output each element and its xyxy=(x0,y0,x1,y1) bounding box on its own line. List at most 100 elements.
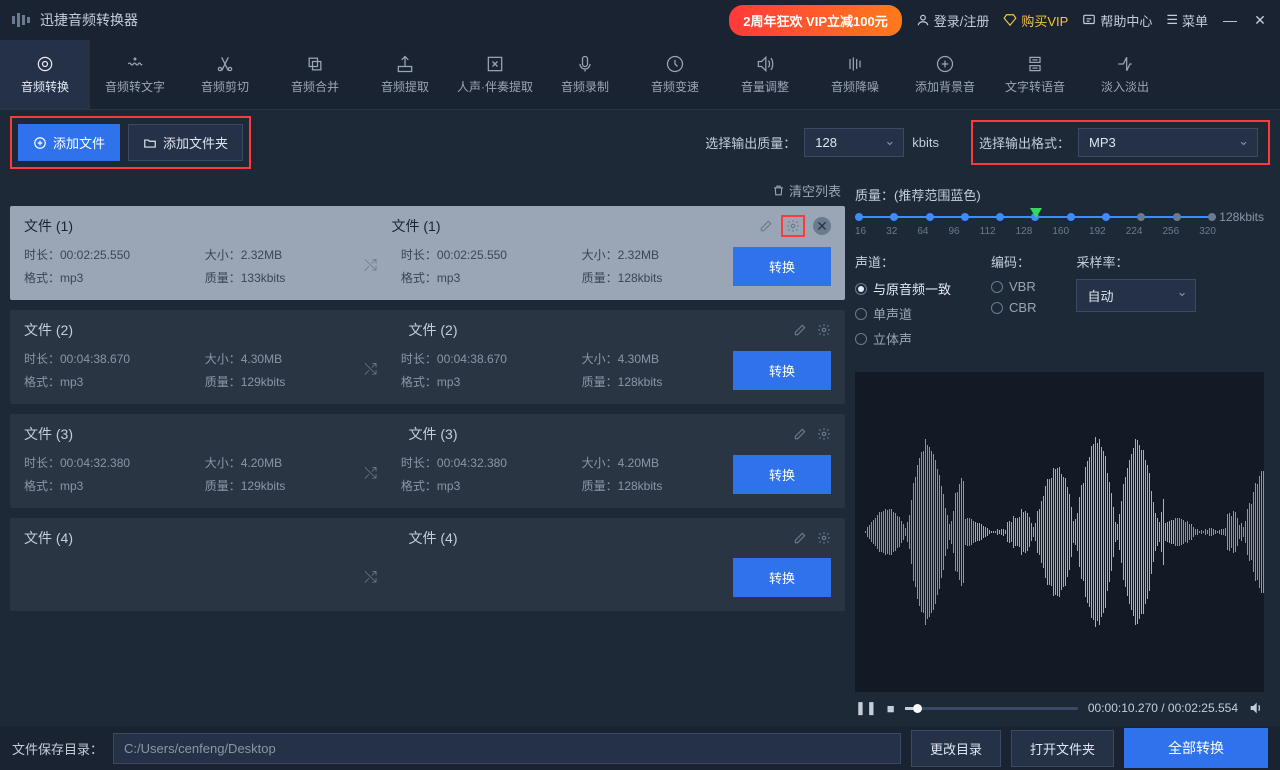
gear-icon[interactable] xyxy=(817,427,831,441)
tool-label: 音频变速 xyxy=(651,78,699,95)
file-name-right: 文件 (2) xyxy=(409,320,782,340)
tool-4[interactable]: 音频提取 xyxy=(360,40,450,109)
edit-icon[interactable] xyxy=(793,531,807,545)
convert-button[interactable]: 转换 xyxy=(733,558,831,597)
tool-6[interactable]: 音频录制 xyxy=(540,40,630,109)
stop-button[interactable]: ■ xyxy=(887,701,895,716)
shuffle-icon[interactable]: ⤭ xyxy=(356,257,385,275)
login-label: 登录/注册 xyxy=(934,11,990,30)
convert-button[interactable]: 转换 xyxy=(733,351,831,390)
tool-label: 音频转文字 xyxy=(105,78,165,95)
tool-icon xyxy=(395,54,415,74)
add-folder-label: 添加文件夹 xyxy=(163,133,228,152)
samplerate-select[interactable]: 自动 xyxy=(1076,279,1196,312)
quality-marker-icon xyxy=(1030,208,1042,218)
quality-slider[interactable]: 16326496112128160192224256320 128kbits xyxy=(855,210,1264,238)
tool-2[interactable]: 音频剪切 xyxy=(180,40,270,109)
output-quality-select[interactable]: 128 xyxy=(804,128,904,157)
open-folder-button[interactable]: 打开文件夹 xyxy=(1011,730,1114,767)
output-format-select[interactable]: MP3 xyxy=(1078,128,1258,157)
vip-button[interactable]: 购买VIP xyxy=(1003,11,1068,30)
tool-5[interactable]: 人声·伴奏提取 xyxy=(450,40,540,109)
tool-icon xyxy=(305,54,325,74)
tool-label: 音频合并 xyxy=(291,78,339,95)
tool-7[interactable]: 音频变速 xyxy=(630,40,720,109)
clear-list-label: 清空列表 xyxy=(789,181,841,200)
change-dir-button[interactable]: 更改目录 xyxy=(911,730,1001,767)
tool-0[interactable]: 音频转换 xyxy=(0,40,90,109)
tool-icon xyxy=(1115,54,1135,74)
file-item[interactable]: 文件 (4)文件 (4)⤭转换 xyxy=(10,518,845,611)
channel-option-2[interactable]: 立体声 xyxy=(855,329,951,348)
help-label: 帮助中心 xyxy=(1100,11,1152,30)
save-path-input[interactable]: C:/Users/cenfeng/Desktop xyxy=(113,733,901,764)
shuffle-icon[interactable]: ⤭ xyxy=(356,465,385,483)
promo-button[interactable]: 2周年狂欢 VIP立减100元 xyxy=(729,5,902,36)
channel-option-0[interactable]: 与原音频一致 xyxy=(855,279,951,298)
convert-all-button[interactable]: 全部转换 xyxy=(1124,728,1268,768)
add-folder-button[interactable]: 添加文件夹 xyxy=(128,124,243,161)
shuffle-icon[interactable]: ⤭ xyxy=(356,361,385,379)
login-button[interactable]: 登录/注册 xyxy=(916,11,990,30)
tool-icon xyxy=(935,54,955,74)
convert-button[interactable]: 转换 xyxy=(733,247,831,286)
edit-icon[interactable] xyxy=(793,427,807,441)
tool-icon xyxy=(575,54,595,74)
gear-icon[interactable] xyxy=(817,323,831,337)
file-name-right: 文件 (4) xyxy=(409,528,782,548)
gear-icon[interactable] xyxy=(817,531,831,545)
codec-option-1[interactable]: CBR xyxy=(991,300,1036,315)
waveform-display xyxy=(855,372,1264,692)
samplerate-label: 采样率： xyxy=(1076,252,1196,271)
folder-icon xyxy=(143,136,157,150)
tool-label: 添加背景音 xyxy=(915,78,975,95)
tool-10[interactable]: 添加背景音 xyxy=(900,40,990,109)
edit-icon[interactable] xyxy=(793,323,807,337)
tool-label: 音量调整 xyxy=(741,78,789,95)
gear-icon[interactable] xyxy=(783,217,803,235)
volume-icon[interactable] xyxy=(1248,700,1264,716)
tool-label: 音频提取 xyxy=(381,78,429,95)
menu-button[interactable]: ☰ 菜单 xyxy=(1166,11,1208,30)
app-logo-icon xyxy=(12,12,32,28)
tool-icon xyxy=(125,54,145,74)
pause-button[interactable]: ❚❚ xyxy=(855,700,877,716)
tool-label: 音频剪切 xyxy=(201,78,249,95)
close-button[interactable]: ✕ xyxy=(1252,12,1268,29)
file-item[interactable]: 文件 (2)文件 (2)时长：00:04:38.670大小：4.30MB格式：m… xyxy=(10,310,845,404)
shuffle-icon[interactable]: ⤭ xyxy=(356,569,385,587)
output-format-highlight: 选择输出格式： MP3 xyxy=(973,122,1268,163)
file-item[interactable]: 文件 (3)文件 (3)时长：00:04:32.380大小：4.20MB格式：m… xyxy=(10,414,845,508)
file-name-left: 文件 (1) xyxy=(24,216,380,236)
tool-icon xyxy=(1025,54,1045,74)
app-title: 迅捷音频转换器 xyxy=(40,10,138,30)
progress-bar[interactable] xyxy=(905,707,1078,710)
tool-label: 人声·伴奏提取 xyxy=(457,78,533,95)
file-name-right: 文件 (1) xyxy=(392,216,748,236)
tool-8[interactable]: 音量调整 xyxy=(720,40,810,109)
help-button[interactable]: 帮助中心 xyxy=(1082,11,1152,30)
tool-9[interactable]: 音频降噪 xyxy=(810,40,900,109)
remove-icon[interactable]: ✕ xyxy=(813,217,831,235)
tool-3[interactable]: 音频合并 xyxy=(270,40,360,109)
tool-11[interactable]: 文字转语音 xyxy=(990,40,1080,109)
tool-12[interactable]: 淡入淡出 xyxy=(1080,40,1170,109)
add-file-label: 添加文件 xyxy=(53,133,105,152)
convert-button[interactable]: 转换 xyxy=(733,455,831,494)
minimize-button[interactable]: — xyxy=(1222,12,1238,28)
file-item[interactable]: 文件 (1)文件 (1)✕时长：00:02:25.550大小：2.32MB格式：… xyxy=(10,206,845,300)
file-name-right: 文件 (3) xyxy=(409,424,782,444)
codec-option-0[interactable]: VBR xyxy=(991,279,1036,294)
output-quality-label: 选择输出质量： xyxy=(705,133,796,152)
trash-icon xyxy=(772,184,785,197)
add-file-button[interactable]: 添加文件 xyxy=(18,124,120,161)
quality-value: 128kbits xyxy=(1219,210,1264,224)
clear-list-button[interactable]: 清空列表 xyxy=(772,181,841,200)
menu-label: 菜单 xyxy=(1182,11,1208,30)
channel-option-1[interactable]: 单声道 xyxy=(855,304,951,323)
tool-1[interactable]: 音频转文字 xyxy=(90,40,180,109)
tool-icon xyxy=(485,54,505,74)
channel-label: 声道： xyxy=(855,252,951,271)
edit-icon[interactable] xyxy=(759,219,773,233)
tool-label: 音频降噪 xyxy=(831,78,879,95)
